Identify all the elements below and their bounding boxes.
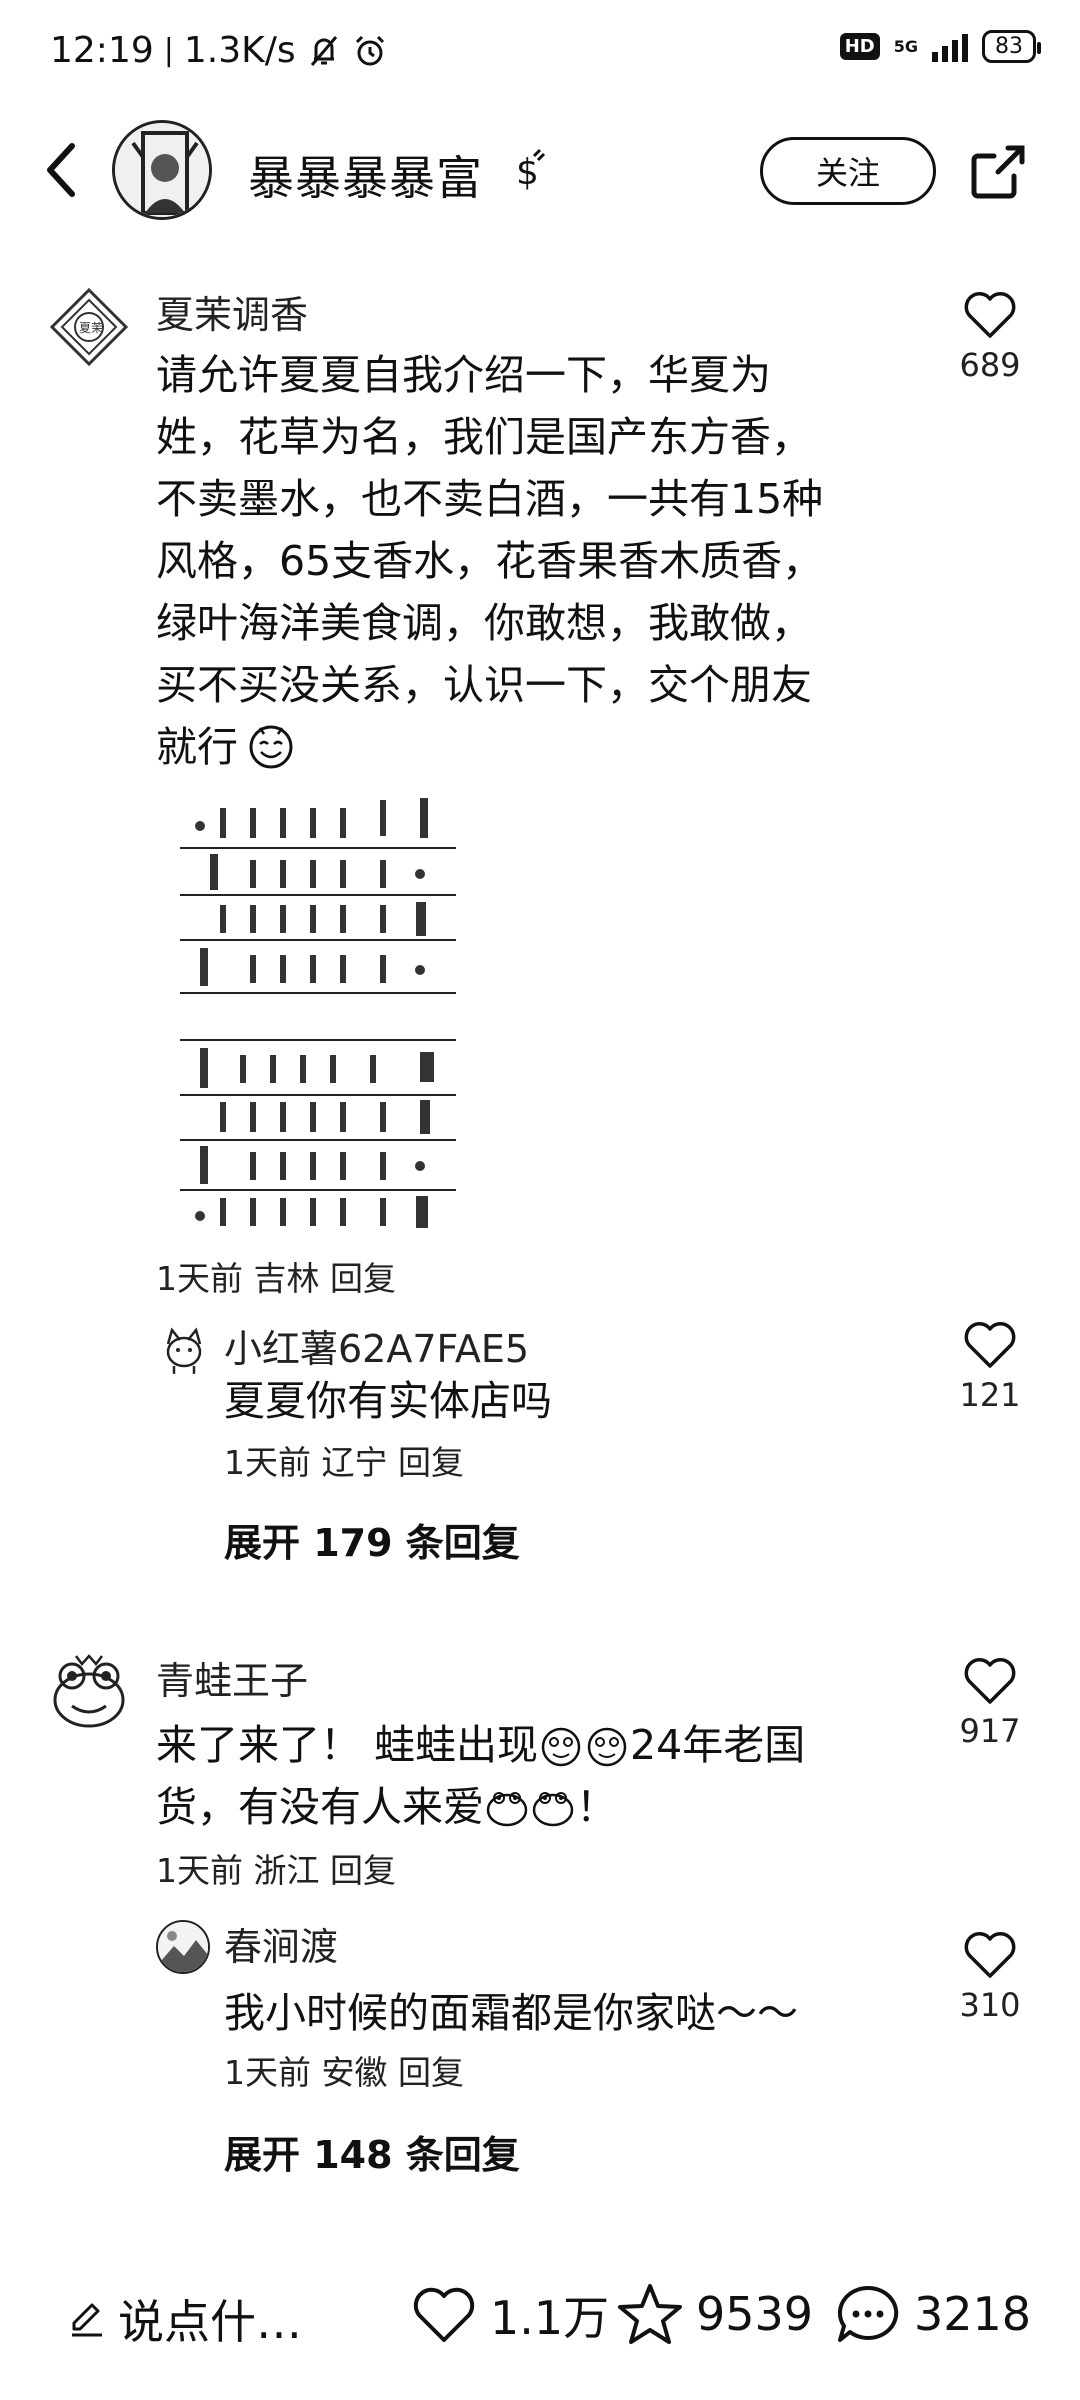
status-right: HD 5G 83 — [839, 30, 1041, 63]
expand-replies-button[interactable]: 展开 179 条回复 — [224, 1512, 520, 1567]
like-button[interactable]: 1.1万 — [410, 2282, 609, 2348]
comment-meta[interactable]: 1天前 浙江 回复 — [156, 1844, 396, 1892]
reply-like-button[interactable]: 310 — [950, 1930, 1030, 2024]
cat-avatar-icon — [166, 1327, 202, 1374]
commenter-name[interactable]: 夏茉调香 — [156, 284, 308, 339]
network-speed: 1.3K/s — [183, 30, 296, 71]
pencil-icon — [72, 2303, 102, 2337]
brand-logo-icon: 夏茉 — [49, 287, 129, 367]
comment-text: 来了来了！ 蛙蛙出现 24年老国 货，有没有人来爱 ！ — [156, 1721, 806, 1831]
expand-replies-button[interactable]: 展开 148 条回复 — [224, 2124, 520, 2179]
status-left: 12:19 | 1.3K/s — [50, 30, 388, 71]
frog-avatar-icon — [53, 1654, 125, 1728]
comment-input[interactable]: 说点什… — [66, 2286, 302, 2352]
commenter-name[interactable]: 青蛙王子 — [156, 1650, 308, 1705]
comment-like-button[interactable]: 689 — [950, 290, 1030, 384]
comment-total: 3218 — [914, 2287, 1032, 2341]
frog-face-emoji-icon — [532, 1792, 574, 1827]
comment-image[interactable] — [180, 790, 456, 1230]
author-name[interactable]: 暴暴暴暴富 — [248, 142, 483, 208]
favorite-total: 9539 — [696, 2287, 814, 2341]
reply-text: 夏夏你有实体店吗 — [224, 1377, 552, 1425]
mute-bell-icon — [310, 35, 337, 66]
smile-emoji-icon — [249, 725, 293, 769]
comments-button[interactable]: 3218 — [834, 2282, 1031, 2346]
like-count: 689 — [959, 346, 1021, 384]
bottom-action-bar: 说点什… 1.1万 9539 3218 — [0, 2260, 1080, 2370]
comment-bubble-icon — [837, 2285, 899, 2342]
like-count: 310 — [959, 1986, 1021, 2024]
replier-avatar[interactable] — [156, 1920, 210, 1974]
commenter-avatar[interactable]: 夏茉 — [46, 284, 132, 370]
star-icon — [618, 2284, 682, 2344]
comment-meta[interactable]: 1天前 吉林 回复 — [156, 1252, 396, 1300]
signal-icon — [932, 32, 968, 62]
replier-name[interactable]: 春涧渡 — [224, 1916, 338, 1971]
commenter-avatar[interactable] — [46, 1650, 132, 1736]
hd-badge: HD — [839, 33, 880, 60]
status-bar: 12:19 | 1.3K/s HD 5G 83 — [0, 0, 1080, 108]
heart-icon — [964, 292, 1016, 338]
comment-text: 请允许夏夏自我介绍一下，华夏为 姓，花草为名，我们是国产东方香， 不卖墨水，也不… — [156, 351, 824, 771]
frog-emoji-icon — [587, 1727, 627, 1767]
author-avatar[interactable] — [112, 120, 212, 220]
reply-text: 我小时候的面霜都是你家哒～～ — [224, 1989, 798, 2037]
replier-name[interactable]: 小红薯62A7FAE5 — [224, 1318, 529, 1373]
like-total: 1.1万 — [490, 2291, 610, 2345]
heart-icon — [964, 1658, 1016, 1704]
like-count: 121 — [959, 1376, 1021, 1414]
reply-meta[interactable]: 1天前 辽宁 回复 — [224, 1436, 464, 1484]
author-avatar-image — [115, 123, 209, 217]
comment-like-button[interactable]: 917 — [950, 1656, 1030, 1750]
network-type: 5G — [893, 36, 918, 56]
landscape-avatar-icon — [158, 1922, 208, 1972]
comment-input-placeholder: 说点什… — [118, 2295, 302, 2349]
svg-text:$: $ — [516, 152, 539, 193]
follow-button[interactable]: 关注 — [760, 137, 936, 205]
frog-face-emoji-icon — [486, 1792, 528, 1827]
battery-icon: 83 — [982, 30, 1041, 63]
heart-icon — [413, 2287, 475, 2342]
product-list-image — [180, 798, 456, 1228]
clock: 12:19 — [50, 30, 154, 71]
back-arrow-icon[interactable] — [34, 138, 90, 202]
favorite-button[interactable]: 9539 — [616, 2282, 813, 2346]
replier-avatar[interactable] — [158, 1324, 210, 1376]
like-count: 917 — [959, 1712, 1021, 1750]
money-emoji-icon: $ — [516, 148, 546, 193]
share-icon[interactable] — [968, 142, 1028, 202]
reply-like-button[interactable]: 121 — [950, 1320, 1030, 1414]
heart-icon — [964, 1322, 1016, 1368]
svg-text:夏茉: 夏茉 — [79, 321, 103, 335]
heart-icon — [964, 1932, 1016, 1978]
alarm-icon — [355, 35, 384, 65]
note-header: 暴暴暴暴富 $ 关注 — [0, 120, 1080, 220]
reply-meta[interactable]: 1天前 安徽 回复 — [224, 2046, 464, 2094]
frog-emoji-icon — [541, 1727, 581, 1767]
